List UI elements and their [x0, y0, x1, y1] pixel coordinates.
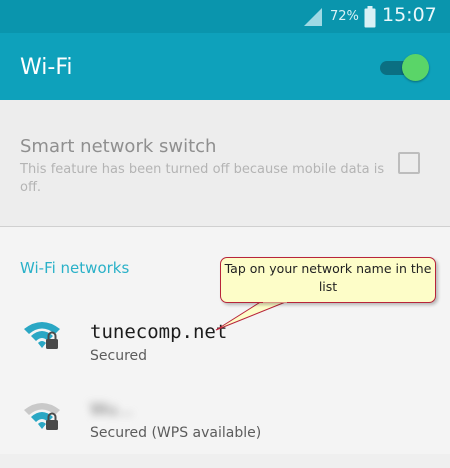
smart-network-switch-row[interactable]: Smart network switch This feature has be… — [0, 100, 450, 226]
callout-note: Tap on your network name in the list — [220, 257, 436, 303]
status-bar: 72% 15:07 — [0, 0, 450, 33]
wifi-toggle[interactable] — [378, 54, 430, 82]
smart-switch-checkbox[interactable] — [398, 152, 420, 174]
battery-icon — [364, 6, 376, 28]
battery-percent: 72% — [330, 9, 359, 24]
smart-switch-description: This feature has been turned off because… — [20, 162, 385, 195]
networks-header: Wi-Fi networks — [20, 259, 130, 277]
network-item[interactable]: Wu... Secured (WPS available) — [0, 398, 450, 468]
network-name: tunecomp.net — [90, 321, 228, 343]
network-status: Secured — [90, 348, 148, 364]
page-title: Wi-Fi — [20, 55, 73, 80]
toggle-thumb[interactable] — [402, 54, 429, 81]
network-item[interactable]: tunecomp.net Secured — [0, 317, 450, 387]
wifi-locked-weak-icon — [24, 403, 60, 430]
network-name: Wu... — [90, 400, 134, 420]
app-bar: Wi-Fi — [0, 33, 450, 100]
network-status: Secured (WPS available) — [90, 425, 262, 441]
wifi-locked-icon — [24, 322, 60, 349]
cell-signal-icon — [304, 8, 322, 26]
smart-switch-title: Smart network switch — [20, 136, 217, 157]
clock: 15:07 — [382, 4, 437, 26]
